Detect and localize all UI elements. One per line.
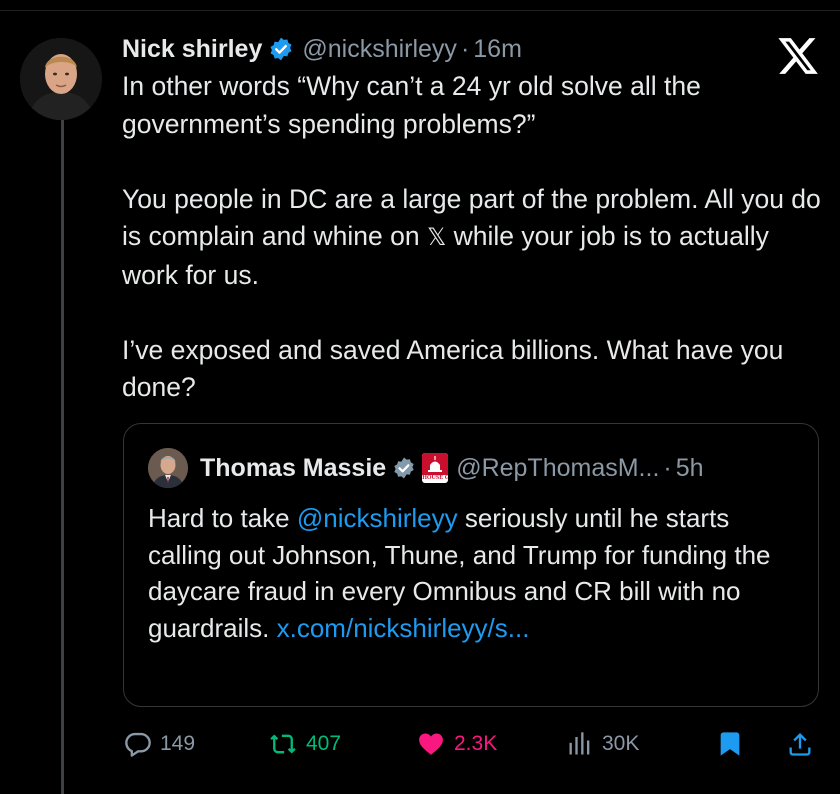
bookmark-icon [720,732,740,756]
post-paragraph-3: I’ve exposed and saved America billions.… [122,334,784,403]
url-link[interactable]: x.com/nickshirleyy/s... [277,613,530,643]
post-timestamp[interactable]: 16m [473,35,522,64]
x-brand-glyph: 𝕏 [426,223,447,251]
like-count: 2.3K [454,732,498,755]
repost-icon [270,734,296,754]
bookmark-button[interactable] [716,726,744,762]
post-line-1: In other words “Why can’t a 24 yr old so… [122,71,701,101]
quoted-post-card[interactable]: Thomas Massie HOUSE GOP @RepThomasM... ·… [123,423,819,707]
mention-link[interactable]: @nickshirleyy [297,503,458,533]
share-icon [789,733,811,756]
action-bar: 149 407 2.3K 30K [122,726,822,762]
quoted-header-separator: · [663,453,672,482]
quoted-author-avatar[interactable] [148,448,188,488]
post-body: In other words “Why can’t a 24 yr old so… [122,68,822,407]
quoted-post-timestamp[interactable]: 5h [676,454,704,483]
repost-button[interactable]: 407 [268,726,341,762]
header-separator: · [460,34,470,63]
quoted-author-name[interactable]: Thomas Massie [200,454,386,483]
share-button[interactable] [786,726,814,762]
reply-icon [125,732,151,757]
quoted-post-header: Thomas Massie HOUSE GOP @RepThomasM... ·… [200,450,704,486]
top-divider [0,10,840,11]
post-paragraph-2: You people in DC are a large part of the… [122,181,822,295]
views-icon [569,732,590,755]
quoted-author-handle[interactable]: @RepThomasM... [456,454,659,483]
thread-connector-line [61,118,64,794]
quoted-post-body: Hard to take @nickshirleyy seriously unt… [148,500,808,646]
post-header: Nick shirley @nickshirleyy · 16m [122,33,522,65]
quoted-text-start: Hard to take [148,503,297,533]
views-button[interactable]: 30K [566,726,639,762]
heart-icon [419,733,443,755]
verified-badge-icon [392,456,416,480]
reply-button[interactable]: 149 [124,726,195,762]
house-gop-badge-icon: HOUSE GOP [422,453,449,483]
author-avatar[interactable] [20,38,102,120]
repost-count: 407 [306,732,342,755]
reply-count: 149 [160,732,196,755]
post-line-2: government’s spending problems?” [122,108,536,139]
post-paragraph-1: In other words “Why can’t a 24 yr old so… [122,68,822,143]
author-name[interactable]: Nick shirley [122,35,262,64]
badge-text: HOUSE GOP [422,475,449,481]
view-count: 30K [602,732,640,755]
author-handle[interactable]: @nickshirleyy [302,35,457,64]
verified-badge-icon [268,36,294,62]
like-button[interactable]: 2.3K [416,726,497,762]
